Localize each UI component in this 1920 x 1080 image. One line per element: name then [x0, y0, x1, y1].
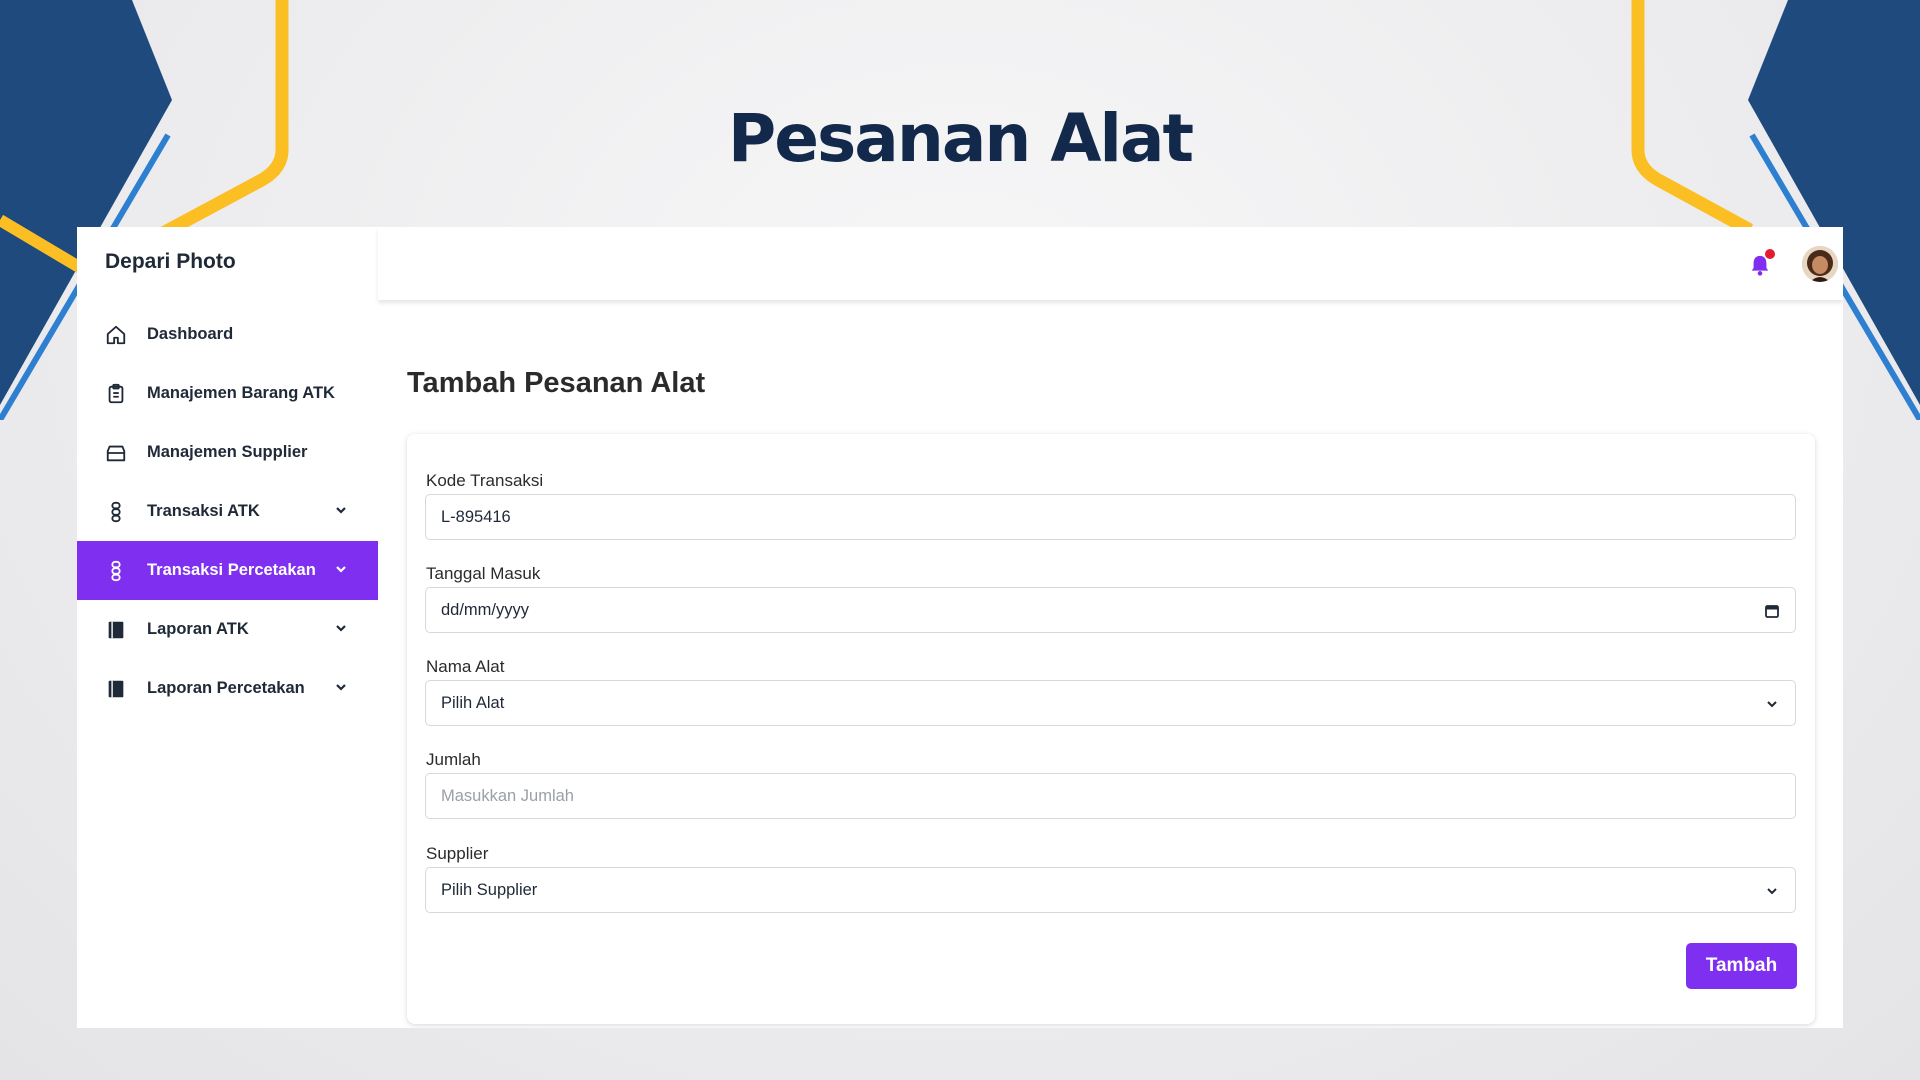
main-content: Tambah Pesanan Alat: [407, 367, 1843, 400]
supplier-label: Supplier: [426, 844, 489, 863]
chevron-down-icon: [1763, 882, 1781, 900]
sidebar-item-label: Transaksi Percetakan: [147, 561, 316, 579]
tanggal-masuk-label: Tanggal Masuk: [426, 564, 541, 583]
chain-icon: [105, 501, 127, 523]
supplier-select[interactable]: Pilih Supplier: [425, 867, 1796, 913]
jumlah-label: Jumlah: [426, 750, 481, 769]
nama-alat-label: Nama Alat: [426, 657, 505, 676]
sidebar-item-transaksi-percetakan[interactable]: Transaksi Percetakan: [77, 541, 378, 600]
page-title: Tambah Pesanan Alat: [407, 367, 706, 399]
date-value: dd/mm/yyyy: [441, 600, 530, 619]
sidebar-item-manajemen-barang-atk[interactable]: Manajemen Barang ATK: [77, 364, 378, 423]
chain-icon: [105, 560, 127, 582]
home-icon: [105, 324, 127, 346]
sidebar-item-label: Transaksi ATK: [147, 502, 260, 520]
sidebar-nav: Dashboard Manajemen Barang ATK Manajemen…: [77, 305, 378, 718]
sidebar: Depari Photo Dashboard Manajemen Barang …: [77, 227, 378, 1028]
jumlah-input[interactable]: Masukkan Jumlah: [425, 773, 1796, 819]
chevron-down-icon: [333, 561, 349, 577]
notification-dot: [1765, 249, 1775, 259]
clipboard-icon: [105, 383, 127, 405]
chevron-down-icon: [333, 502, 349, 518]
tambah-button[interactable]: Tambah: [1686, 943, 1797, 989]
sidebar-item-label: Manajemen Barang ATK: [147, 384, 335, 402]
chevron-down-icon: [1763, 695, 1781, 713]
nama-alat-select[interactable]: Pilih Alat: [425, 680, 1796, 726]
slide-title: Pesanan Alat: [727, 100, 1194, 177]
sidebar-item-manajemen-supplier[interactable]: Manajemen Supplier: [77, 423, 378, 482]
select-value: Pilih Alat: [441, 693, 505, 712]
sidebar-item-laporan-percetakan[interactable]: Laporan Percetakan: [77, 659, 378, 718]
notification-button[interactable]: [1749, 249, 1775, 279]
sidebar-item-label: Laporan ATK: [147, 620, 249, 638]
brand-name: Depari Photo: [105, 250, 236, 273]
sidebar-item-dashboard[interactable]: Dashboard: [77, 305, 378, 364]
tanggal-masuk-field[interactable]: dd/mm/yyyy: [425, 587, 1796, 633]
sidebar-item-label: Manajemen Supplier: [147, 443, 308, 461]
select-value: Pilih Supplier: [441, 880, 538, 899]
chevron-down-icon: [333, 679, 349, 695]
book-icon: [105, 678, 127, 700]
avatar[interactable]: [1802, 246, 1838, 282]
order-form: Kode Transaksi L-895416 Tanggal Masuk dd…: [407, 434, 1815, 1024]
book-icon: [105, 619, 127, 641]
kode-transaksi-label: Kode Transaksi: [426, 471, 544, 490]
kode-transaksi-field[interactable]: L-895416: [425, 494, 1796, 540]
sidebar-item-label: Dashboard: [147, 325, 234, 343]
topbar: [378, 227, 1843, 300]
sidebar-item-laporan-atk[interactable]: Laporan ATK: [77, 600, 378, 659]
app-window: Depari Photo Dashboard Manajemen Barang …: [77, 227, 1843, 1028]
chevron-down-icon: [333, 620, 349, 636]
calendar-icon[interactable]: [1763, 602, 1781, 620]
sidebar-item-label: Laporan Percetakan: [147, 679, 305, 697]
archive-icon: [105, 442, 127, 464]
sidebar-item-transaksi-atk[interactable]: Transaksi ATK: [77, 482, 378, 541]
